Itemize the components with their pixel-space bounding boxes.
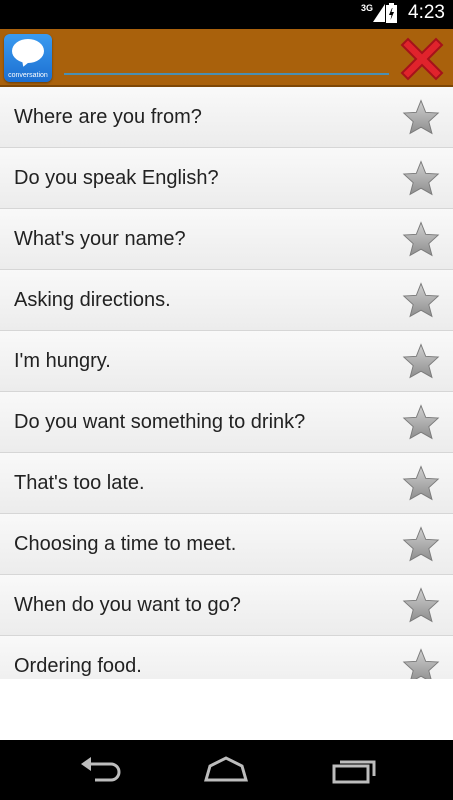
back-icon[interactable] <box>77 754 125 786</box>
search-input[interactable] <box>64 45 389 75</box>
phrase-label: Choosing a time to meet. <box>14 533 237 555</box>
phrase-label: That's too late. <box>14 472 145 494</box>
home-icon[interactable] <box>202 754 250 786</box>
signal-icon <box>373 4 385 22</box>
list-item[interactable]: That's too late. <box>0 453 453 514</box>
list-item[interactable]: What's your name? <box>0 209 453 270</box>
phrase-list: Where are you from? Do you speak English… <box>0 87 453 679</box>
list-item[interactable]: Asking directions. <box>0 270 453 331</box>
list-item[interactable]: Ordering food. <box>0 636 453 679</box>
phrase-label: What's your name? <box>14 228 186 250</box>
close-icon[interactable] <box>396 33 448 85</box>
list-item[interactable]: Choosing a time to meet. <box>0 514 453 575</box>
list-item[interactable]: Where are you from? <box>0 87 453 148</box>
star-icon[interactable] <box>402 587 440 623</box>
phrase-label: Ordering food. <box>14 655 142 677</box>
network-type: 3G <box>360 3 373 13</box>
phrase-label: When do you want to go? <box>14 594 241 616</box>
list-item[interactable]: Do you want something to drink? <box>0 392 453 453</box>
action-bar: conversation <box>0 29 453 87</box>
list-item[interactable]: I'm hungry. <box>0 331 453 392</box>
star-icon[interactable] <box>402 343 440 379</box>
star-icon[interactable] <box>402 526 440 562</box>
recents-icon[interactable] <box>330 754 378 786</box>
phrase-label: I'm hungry. <box>14 350 111 372</box>
phrase-label: Asking directions. <box>14 289 171 311</box>
clock: 4:23 <box>408 2 445 23</box>
star-icon[interactable] <box>402 465 440 501</box>
star-icon[interactable] <box>402 221 440 257</box>
app-icon-label: conversation <box>8 72 48 79</box>
list-item[interactable]: When do you want to go? <box>0 575 453 636</box>
app-icon[interactable]: conversation <box>4 34 52 82</box>
navigation-bar <box>0 740 453 800</box>
phrase-label: Do you want something to drink? <box>14 411 306 433</box>
phrase-label: Where are you from? <box>14 106 202 128</box>
star-icon[interactable] <box>402 160 440 196</box>
star-icon[interactable] <box>402 648 440 679</box>
battery-icon <box>386 3 397 23</box>
status-bar: 3G 4:23 <box>0 0 453 29</box>
star-icon[interactable] <box>402 282 440 318</box>
star-icon[interactable] <box>402 404 440 440</box>
star-icon[interactable] <box>402 99 440 135</box>
phrase-label: Do you speak English? <box>14 167 219 189</box>
list-item[interactable]: Do you speak English? <box>0 148 453 209</box>
